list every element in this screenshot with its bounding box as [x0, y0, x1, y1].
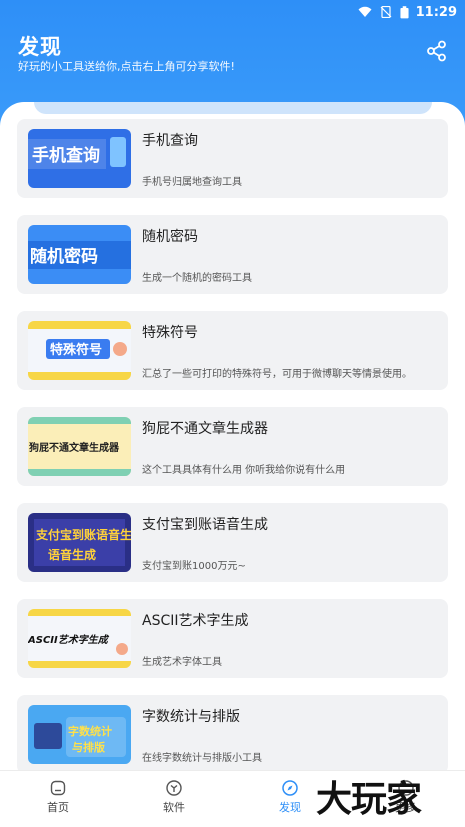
home-icon [50, 780, 66, 796]
tool-card-nonsense-article[interactable]: 狗屁不通文章生成器 狗屁不通文章生成器 这个工具具体有什么用 你听我给你说有什么… [17, 407, 448, 486]
tool-thumbnail: 字数统计 与排版 [28, 705, 131, 764]
software-icon [166, 780, 182, 796]
tool-title: 支付宝到账语音生成 [142, 517, 268, 533]
tool-title: 狗屁不通文章生成器 [142, 421, 268, 437]
svg-text:ASCII艺术字生成: ASCII艺术字生成 [28, 634, 110, 646]
svg-text:手机查询: 手机查询 [32, 145, 100, 166]
status-bar: 11:29 [358, 2, 457, 22]
tool-list: 手机查询 手机查询 手机号归属地查询工具 随机密码 随机密码 生成一个随机的密码… [17, 119, 448, 770]
page-title: 发现 [18, 35, 62, 59]
tool-title: ASCII艺术字生成 [142, 613, 249, 629]
svg-text:与排版: 与排版 [72, 740, 105, 754]
svg-text:语音生成: 语音生成 [48, 547, 96, 562]
tool-card-random-password[interactable]: 随机密码 随机密码 生成一个随机的密码工具 [17, 215, 448, 294]
tool-thumbnail: ASCII艺术字生成 [28, 609, 131, 668]
wifi-icon [358, 6, 372, 17]
tool-title: 字数统计与排版 [142, 709, 240, 725]
battery-icon [400, 5, 409, 18]
tool-description: 生成一个随机的密码工具 [142, 273, 252, 284]
watermark-logo: 大玩家 [316, 779, 422, 820]
status-time: 11:29 [415, 4, 457, 20]
svg-text:特殊符号: 特殊符号 [50, 342, 102, 358]
tab-discover[interactable]: 发现 [260, 771, 320, 827]
svg-text:支付宝到账语音生成: 支付宝到账语音生成 [35, 527, 131, 542]
tool-thumbnail: 支付宝到账语音生成 语音生成 [28, 513, 131, 572]
tool-card-word-count[interactable]: 字数统计 与排版 字数统计与排版 在线字数统计与排版小工具 [17, 695, 448, 770]
content-sheet: 手机查询 手机查询 手机号归属地查询工具 随机密码 随机密码 生成一个随机的密码… [0, 102, 465, 770]
discover-icon [282, 780, 298, 796]
tool-description: 在线字数统计与排版小工具 [142, 753, 262, 764]
tool-title: 特殊符号 [142, 325, 198, 341]
tool-card-ascii-art[interactable]: ASCII艺术字生成 ASCII艺术字生成 生成艺术字体工具 [17, 599, 448, 678]
tab-label: 发现 [279, 801, 301, 814]
decorative-bar [34, 102, 432, 114]
svg-text:狗屁不通文章生成器: 狗屁不通文章生成器 [29, 441, 120, 454]
svg-text:随机密码: 随机密码 [30, 246, 98, 267]
no-sim-icon [380, 6, 392, 18]
tool-thumbnail: 特殊符号 [28, 321, 131, 380]
tab-software[interactable]: 软件 [144, 771, 204, 827]
page-subtitle: 好玩的小工具送给你,点击右上角可分享软件! [18, 60, 235, 73]
tool-title: 手机查询 [142, 133, 198, 149]
tool-card-special-symbols[interactable]: 特殊符号 特殊符号 汇总了一些可打印的特殊符号，可用于微博聊天等情景使用。 [17, 311, 448, 390]
tab-label: 首页 [47, 801, 69, 814]
tool-description: 汇总了一些可打印的特殊符号，可用于微博聊天等情景使用。 [142, 369, 412, 380]
tool-description: 这个工具具体有什么用 你听我给你说有什么用 [142, 465, 346, 476]
tool-description: 手机号归属地查询工具 [142, 177, 242, 188]
tool-card-alipay-voice[interactable]: 支付宝到账语音生成 语音生成 支付宝到账语音生成 支付宝到账1000万元~ [17, 503, 448, 582]
tool-thumbnail: 随机密码 [28, 225, 131, 284]
tab-label: 软件 [163, 801, 185, 814]
tool-thumbnail: 手机查询 [28, 129, 131, 188]
tool-description: 支付宝到账1000万元~ [142, 561, 246, 572]
tool-thumbnail: 狗屁不通文章生成器 [28, 417, 131, 476]
tool-description: 生成艺术字体工具 [142, 657, 222, 668]
svg-text:字数统计: 字数统计 [68, 724, 112, 738]
tool-card-phone-query[interactable]: 手机查询 手机查询 手机号归属地查询工具 [17, 119, 448, 198]
tab-home[interactable]: 首页 [28, 771, 88, 827]
tool-title: 随机密码 [142, 229, 198, 245]
share-icon[interactable] [426, 40, 448, 62]
